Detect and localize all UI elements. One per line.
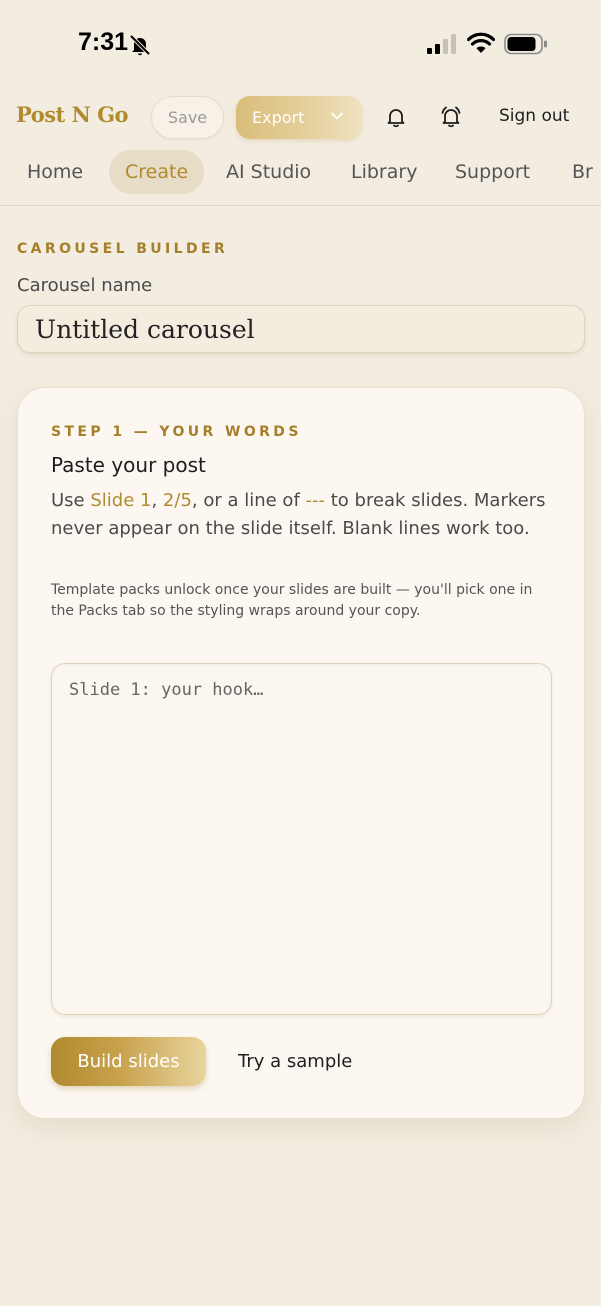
step-card: STEP 1 — YOUR WORDS Paste your post Use … [17,387,585,1119]
desc-text-3: , or a line of [191,490,306,511]
export-button-label: Export [252,108,305,127]
tab-library[interactable]: Library [351,150,417,194]
cellular-signal-icon [427,34,456,54]
wifi-icon [467,32,495,53]
nav-tabs: Home Create AI Studio Library Support Br [0,150,601,194]
section-eyebrow: CAROUSEL BUILDER [17,241,229,257]
save-button[interactable]: Save [151,96,224,139]
chevron-down-icon [331,112,343,120]
bell-slash-icon [129,34,151,56]
bell-ringing-icon[interactable] [438,104,464,130]
step-eyebrow: STEP 1 — YOUR WORDS [51,424,302,440]
tab-partial[interactable]: Br [572,150,593,194]
bell-icon[interactable] [384,105,408,129]
export-button[interactable]: Export [236,96,362,139]
step-title: Paste your post [51,453,206,477]
sign-out-link[interactable]: Sign out [499,106,569,126]
desc-text-2: , [151,490,163,511]
tab-ai-studio[interactable]: AI Studio [226,150,311,194]
tab-home[interactable]: Home [27,150,83,194]
build-slides-button[interactable]: Build slides [51,1037,206,1086]
try-sample-button[interactable]: Try a sample [238,1037,352,1086]
tab-support[interactable]: Support [455,150,530,194]
status-time: 7:31 [78,28,129,56]
battery-icon [504,33,547,55]
step-note: Template packs unlock once your slides a… [51,582,533,619]
desc-highlight-fraction: 2/5 [162,490,192,511]
carousel-name-input[interactable]: Untitled carousel [17,305,585,353]
status-bar: 7:31 [0,0,601,88]
desc-text-1: Use [51,490,91,511]
desc-highlight-slide: Slide 1 [90,490,152,511]
carousel-name-label: Carousel name [17,275,153,296]
desc-highlight-dashes: --- [305,490,326,511]
tab-create[interactable]: Create [109,150,205,194]
brand-logo[interactable]: Post N Go [16,102,129,127]
post-textarea[interactable]: Slide 1: your hook… [51,663,552,1015]
header-divider [0,205,601,206]
step-description: Use Slide 1, 2/5, or a line of --- to br… [51,487,551,542]
